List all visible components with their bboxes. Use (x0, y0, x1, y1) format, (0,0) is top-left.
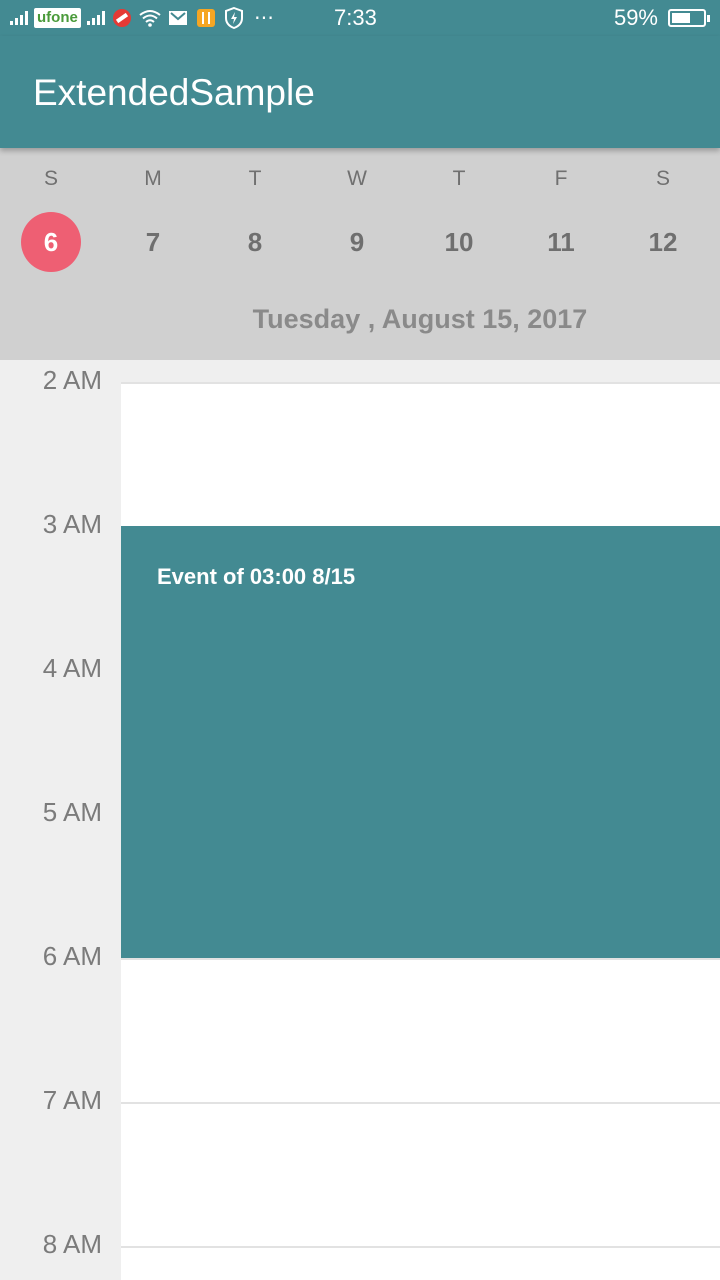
day-cell[interactable]: S6 (0, 148, 102, 288)
hour-line (121, 958, 720, 960)
data-saver-icon (111, 7, 133, 29)
selected-date-label: Tuesday , August 15, 2017 (252, 304, 588, 334)
hour-label: 3 AM (42, 509, 102, 539)
hour-label: 5 AM (42, 797, 102, 827)
day-number[interactable]: 10 (429, 212, 489, 272)
day-number[interactable]: 12 (633, 212, 693, 272)
hour-line (121, 1246, 720, 1248)
signal-icon (86, 11, 105, 25)
clock: 7:33 (334, 5, 377, 30)
selected-day-number[interactable]: 6 (21, 212, 81, 272)
app-title: ExtendedSample (33, 72, 315, 113)
hour-label: 6 AM (42, 941, 102, 971)
carrier-logo: ufone (34, 8, 81, 28)
day-letter: T (452, 167, 466, 190)
hour-label: 7 AM (42, 1085, 102, 1115)
hour-line (121, 1102, 720, 1104)
day-letter: W (347, 167, 367, 190)
week-header: S 6 M 7 T 8 W 9 T 10 F 11 S 12 Tuesday , August 15, 20… (0, 148, 720, 360)
day-cell[interactable]: W9 (306, 148, 408, 288)
more-icon: ⋯ (253, 7, 274, 29)
battery-icon (668, 9, 710, 27)
wifi-icon (139, 7, 161, 29)
hour-label: 4 AM (42, 653, 102, 683)
day-number[interactable]: 11 (531, 212, 591, 272)
day-cell[interactable]: M7 (102, 148, 204, 288)
shield-icon (223, 7, 245, 29)
day-cell[interactable]: S 12 (612, 148, 714, 288)
day-letter: S (43, 167, 58, 190)
day-cell[interactable]: T 10 (408, 148, 510, 288)
day-letter: M (144, 167, 162, 190)
carrier-name: ufone (37, 9, 78, 26)
hour-label: 2 AM (42, 365, 102, 395)
tools-icon (195, 7, 217, 29)
app-bar: ExtendedSample (0, 36, 720, 148)
event-title: Event of 03:00 8/15 (157, 564, 356, 589)
day-letter: F (554, 167, 568, 190)
day-timeline[interactable]: 2 AM 3 AM 4 AM 5 AM 6 AM 7 AM 8 AM Event of 03:… (0, 360, 720, 1280)
day-cell[interactable]: F 11 (510, 148, 612, 288)
status-bar: ufone ⋯ 7:33 59% (0, 0, 720, 36)
day-number[interactable]: 8 (225, 212, 285, 272)
hour-line (121, 382, 720, 384)
day-letter: S (655, 167, 670, 190)
day-number[interactable]: 7 (123, 212, 183, 272)
event-block[interactable]: Event of 03:00 8/15 (121, 526, 720, 958)
gmail-icon (167, 7, 189, 29)
hour-label: 8 AM (42, 1229, 102, 1259)
day-cell[interactable]: T8 (204, 148, 306, 288)
day-letter: T (248, 167, 262, 190)
day-number[interactable]: 9 (327, 212, 387, 272)
status-icons: ufone ⋯ (10, 6, 277, 30)
signal-icon (10, 11, 28, 25)
battery-percent: 59% (613, 5, 658, 30)
battery-level (672, 13, 690, 23)
